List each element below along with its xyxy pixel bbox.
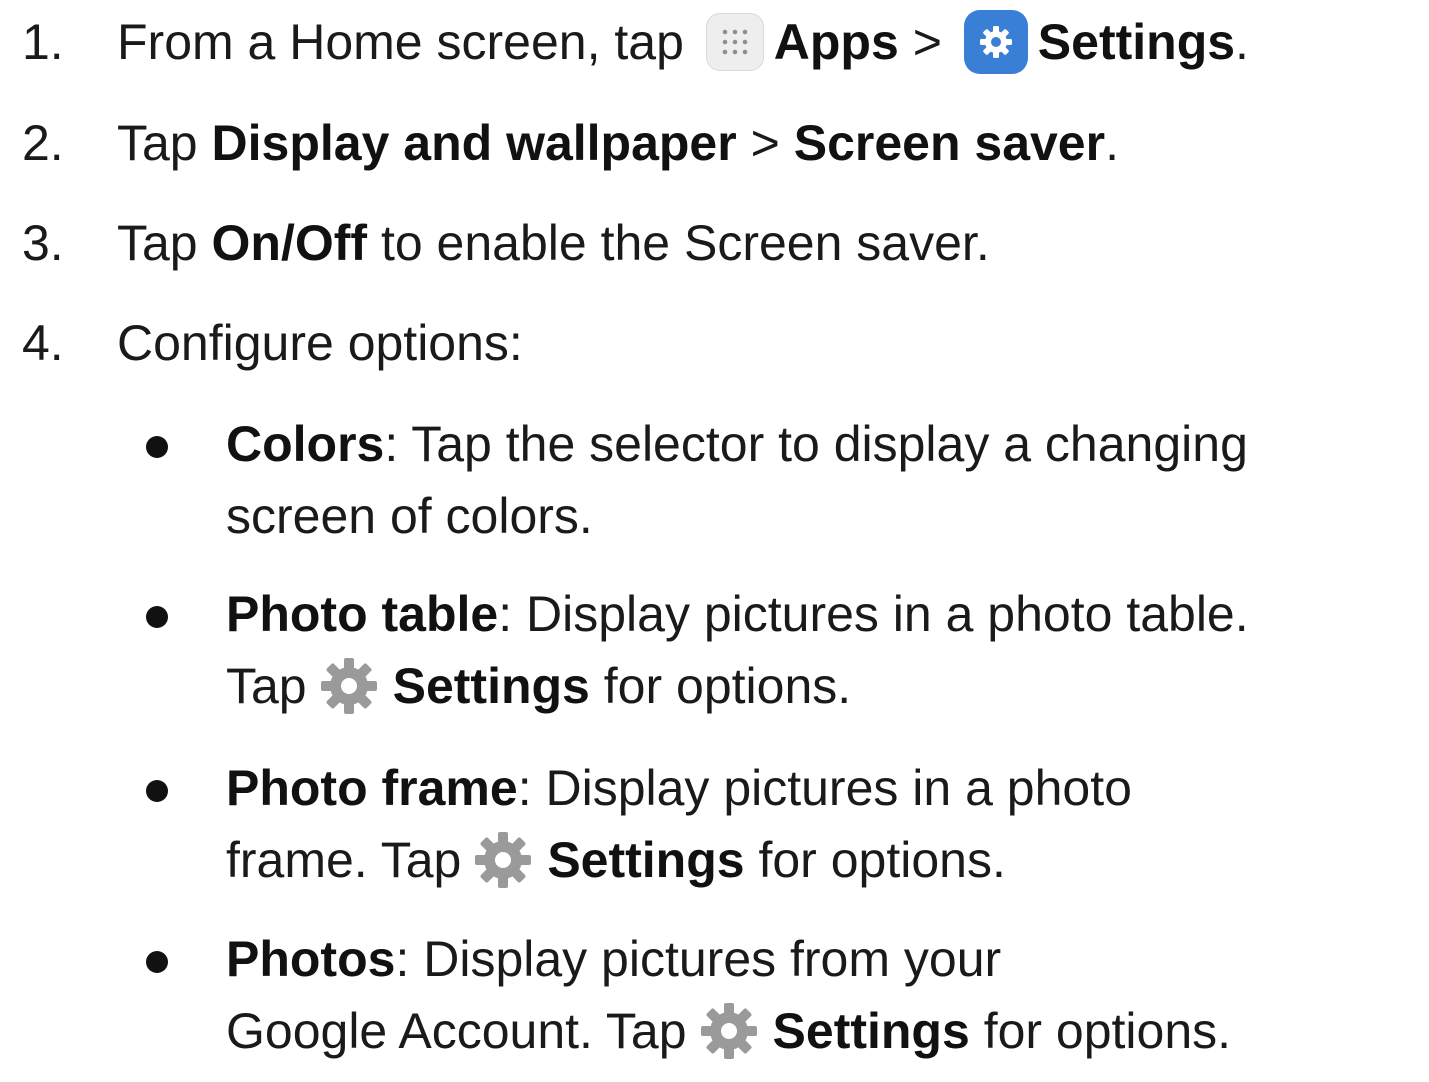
settings-app-icon — [963, 9, 1028, 74]
option-line-1: Photo table: Display pictures in a photo… — [226, 578, 1426, 650]
separator: > — [750, 115, 780, 171]
step-text: Tap On/Off to enable the Screen saver. — [117, 213, 990, 273]
option-text: Colors: Tap the selector to display a ch… — [226, 408, 1426, 552]
option-desc: : Tap the selector to display a changing — [384, 416, 1248, 472]
option-line-2: Tap Settings for options. — [226, 650, 1426, 722]
step-text: Configure options: — [117, 315, 523, 371]
option-text: Photo table: Display pictures in a photo… — [226, 578, 1426, 722]
apps-icon — [705, 12, 764, 71]
gear-icon — [317, 654, 381, 718]
settings-label: Settings — [1037, 14, 1236, 70]
option-name: Photos — [226, 931, 396, 987]
option-text: Photos: Display pictures from your Googl… — [226, 923, 1426, 1067]
settings-label: Settings — [772, 1003, 970, 1059]
step-number: 3. — [22, 215, 64, 271]
option-line-2-post: for options. — [983, 1003, 1232, 1059]
bullet-dot — [146, 436, 168, 458]
option-line-1: Photo frame: Display pictures in a photo — [226, 752, 1426, 824]
period: . — [1235, 14, 1249, 70]
option-line-1: Photos: Display pictures from your — [226, 923, 1426, 995]
option-line-2: Google Account. Tap Settings for options. — [226, 995, 1426, 1067]
option-line-2-pre: frame. Tap — [226, 832, 462, 888]
option-line-2: frame. Tap Settings for options. — [226, 824, 1426, 896]
apps-label: Apps — [773, 14, 899, 70]
period: . — [1105, 115, 1119, 171]
bullet-dot — [146, 951, 168, 973]
option-desc: : Display pictures in a photo table. — [498, 586, 1249, 642]
option-line-1: Colors: Tap the selector to display a ch… — [226, 408, 1426, 480]
option-line-2-post: for options. — [758, 832, 1006, 888]
bullet-dot — [146, 780, 168, 802]
option-line-2-pre: Tap — [226, 658, 307, 714]
settings-label: Settings — [392, 658, 590, 714]
gear-icon — [697, 999, 761, 1063]
step-number: 2. — [22, 115, 64, 171]
separator: > — [912, 14, 942, 70]
option-text: Photo frame: Display pictures in a photo… — [226, 752, 1426, 896]
option-line-2-post: for options. — [603, 658, 852, 714]
screen-saver-label: Screen saver — [793, 115, 1106, 171]
bullet-dot — [146, 606, 168, 628]
display-wallpaper-label: Display and wallpaper — [211, 115, 737, 171]
step-text-pre: Tap — [117, 115, 198, 171]
gear-icon — [471, 828, 535, 892]
step-text: From a Home screen, tap Apps > Settings. — [117, 9, 1249, 78]
option-line-2-pre: Google Account. Tap — [226, 1003, 687, 1059]
option-name: Photo table — [226, 586, 499, 642]
on-off-label: On/Off — [211, 215, 368, 271]
step-text-pre: Tap — [117, 215, 198, 271]
option-name: Colors — [226, 416, 385, 472]
option-desc: : Display pictures in a photo — [517, 760, 1132, 816]
step-text-pre: From a Home screen, tap — [117, 14, 684, 70]
step-text: Tap Display and wallpaper > Screen saver… — [117, 113, 1119, 173]
step-number: 1. — [22, 14, 64, 70]
settings-label: Settings — [547, 832, 745, 888]
step-text-post: to enable the Screen saver. — [380, 215, 990, 271]
option-line-2: screen of colors. — [226, 488, 593, 544]
step-number: 4. — [22, 315, 64, 371]
option-desc: : Display pictures from your — [395, 931, 1002, 987]
option-name: Photo frame — [226, 760, 518, 816]
